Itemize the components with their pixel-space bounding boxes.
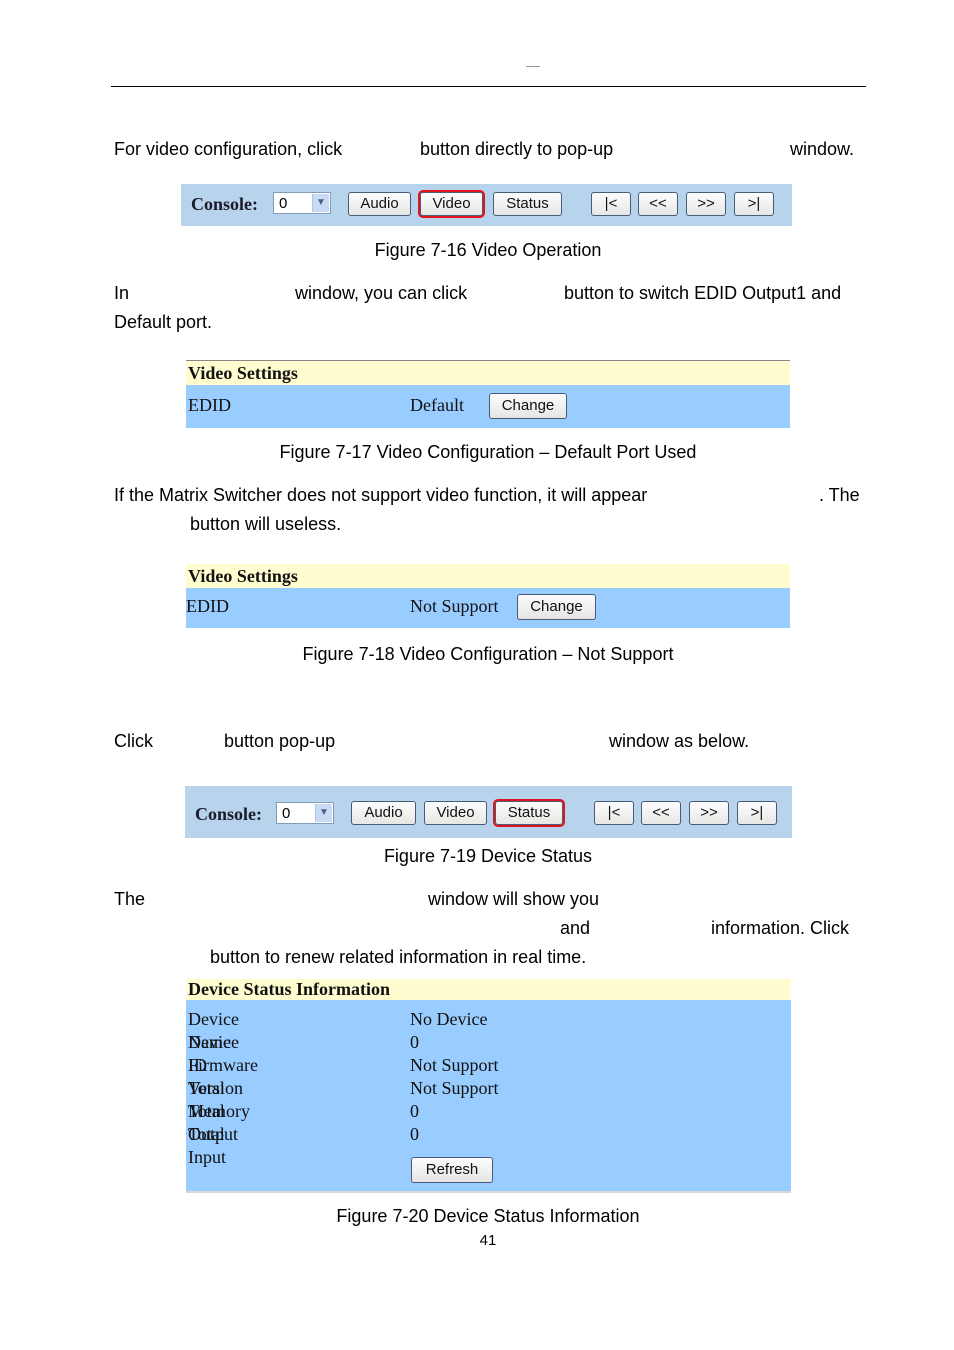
figure-caption: Figure 7-20 Device Status Information [336, 1206, 640, 1226]
header-rule [111, 86, 866, 87]
audio-button[interactable]: Audio [348, 192, 411, 216]
video-button[interactable]: Video [424, 801, 487, 825]
status-button[interactable]: Status [493, 192, 562, 216]
console-select[interactable]: 0 ▼ [273, 192, 331, 214]
next-button[interactable]: >> [689, 801, 729, 825]
figure-caption: Figure 7-18 Video Configuration – Not Su… [302, 644, 674, 664]
video-button[interactable]: Video [418, 190, 485, 218]
paragraph-text: window as below. [609, 731, 750, 751]
figure-caption: Figure 7-19 Device Status [383, 846, 593, 866]
panel-title: Video Settings [186, 564, 790, 588]
last-button[interactable]: >| [737, 801, 777, 825]
next-button[interactable]: >> [686, 192, 726, 216]
status-value: Not Support [410, 1078, 499, 1098]
paragraph-text: window will show you [428, 889, 600, 909]
edid-value: Not Support [410, 596, 499, 616]
console-toolbar-status: Console: 0 ▼ Audio Video Status |< << >>… [185, 786, 792, 838]
paragraph-text: button to renew related information in r… [210, 947, 587, 967]
chevron-down-icon[interactable]: ▼ [315, 804, 332, 822]
paragraph-text: For video configuration, click [114, 139, 343, 159]
prev-button[interactable]: << [638, 192, 678, 216]
change-button[interactable]: Change [517, 594, 596, 620]
console-select-value: 0 [282, 805, 291, 822]
edid-label: EDID [188, 395, 231, 415]
console-toolbar-video: Console: 0 ▼ Audio Video Status |< << >>… [181, 184, 792, 226]
status-key: Total Input [188, 1124, 226, 1167]
paragraph-text: Click [114, 731, 153, 751]
panel-title: Device Status Information [186, 979, 791, 1000]
console-select-value: 0 [279, 195, 288, 212]
prev-button[interactable]: << [641, 801, 681, 825]
paragraph-text: The [114, 889, 146, 909]
paragraph-text: information. Click [711, 918, 850, 938]
paragraph-text: and [560, 918, 591, 938]
figure-caption: Figure 7-17 Video Configuration – Defaul… [279, 442, 697, 462]
change-button[interactable]: Change [489, 393, 567, 419]
status-value: 0 [410, 1032, 419, 1052]
status-button[interactable]: Status [493, 799, 565, 827]
refresh-button[interactable]: Refresh [411, 1157, 493, 1183]
console-label: Console: [191, 194, 258, 214]
console-select[interactable]: 0 ▼ [276, 802, 334, 824]
first-button[interactable]: |< [594, 801, 634, 825]
video-settings-panel-not-support: Video Settings EDID Not Support Change [186, 564, 790, 628]
paragraph-text: button to switch EDID Output1 and [564, 283, 842, 303]
paragraph-text: window, you can click [295, 283, 468, 303]
header-mark [526, 66, 540, 67]
page-number: 41 [479, 1232, 497, 1249]
status-value: Not Support [410, 1055, 499, 1075]
paragraph-text: button will useless. [190, 514, 342, 534]
paragraph-text: In [114, 283, 130, 303]
status-value: 0 [410, 1124, 419, 1144]
last-button[interactable]: >| [734, 192, 774, 216]
first-button[interactable]: |< [591, 192, 631, 216]
paragraph-text: button pop-up [224, 731, 336, 751]
device-status-panel: Device Status Information Device Name No… [186, 979, 791, 1193]
figure-caption: Figure 7-16 Video Operation [374, 240, 602, 260]
console-label: Console: [195, 804, 262, 824]
paragraph-text: Default port. [114, 312, 213, 332]
audio-button[interactable]: Audio [351, 801, 416, 825]
paragraph-text: window. [790, 139, 855, 159]
video-settings-panel-default: Video Settings EDID Default Change [186, 360, 790, 428]
panel-title: Video Settings [186, 361, 790, 385]
paragraph-text: . The [819, 485, 860, 505]
chevron-down-icon[interactable]: ▼ [312, 194, 329, 212]
status-value: 0 [410, 1101, 419, 1121]
edid-value: Default [410, 395, 464, 415]
paragraph-text: button directly to pop-up [420, 139, 614, 159]
paragraph-text: If the Matrix Switcher does not support … [114, 485, 648, 505]
edid-label: EDID [186, 596, 229, 616]
status-value: No Device [410, 1009, 488, 1029]
